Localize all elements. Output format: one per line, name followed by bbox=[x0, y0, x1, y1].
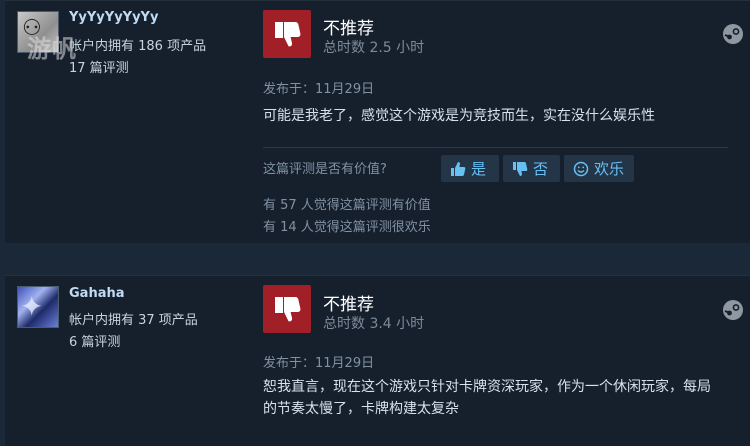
vote-no-button[interactable]: 否 bbox=[503, 155, 560, 182]
steam-icon bbox=[723, 300, 743, 320]
steam-icon bbox=[723, 24, 743, 44]
review-card: ⚇ 游帆 YyYyYyYyYy 帐户内拥有 186 项产品 17 篇评测 不推荐… bbox=[5, 0, 750, 243]
avatar[interactable]: ✦ bbox=[17, 286, 59, 328]
divider bbox=[263, 147, 728, 148]
posted-date: 发布于：11月29日 bbox=[263, 82, 375, 97]
playtime: 总时数 2.5 小时 bbox=[323, 40, 425, 56]
review-content: 可能是我老了，感觉这个游戏是为竞技而生，实在没什么娱乐性 bbox=[263, 108, 655, 124]
username[interactable]: YyYyYyYyYy bbox=[69, 10, 158, 25]
thumbs-up-icon bbox=[451, 161, 466, 176]
playtime: 总时数 3.4 小时 bbox=[323, 316, 425, 332]
smile-icon bbox=[573, 161, 589, 176]
vote-funny-button[interactable]: 欢乐 bbox=[564, 155, 634, 182]
review-verdict[interactable]: 不推荐 bbox=[323, 290, 374, 315]
vote-funny-label: 欢乐 bbox=[594, 160, 625, 178]
thumbs-down-icon bbox=[513, 161, 528, 176]
thumbs-down-badge[interactable] bbox=[263, 10, 311, 58]
vote-yes-label: 是 bbox=[471, 160, 487, 178]
products-owned[interactable]: 帐户内拥有 37 项产品 bbox=[69, 309, 198, 328]
reviews-count[interactable]: 17 篇评测 bbox=[69, 57, 129, 76]
thumbs-down-badge[interactable] bbox=[263, 285, 311, 333]
review-verdict[interactable]: 不推荐 bbox=[323, 14, 374, 39]
thumbs-down-icon bbox=[275, 297, 301, 322]
products-owned[interactable]: 帐户内拥有 186 项产品 bbox=[69, 35, 206, 54]
helpful-count: 有 57 人觉得这篇评测有价值 bbox=[263, 198, 431, 213]
thumbs-down-icon bbox=[275, 22, 301, 47]
vote-yes-button[interactable]: 是 bbox=[441, 155, 499, 182]
vote-no-label: 否 bbox=[533, 160, 549, 178]
posted-date: 发布于：11月29日 bbox=[263, 356, 375, 371]
helpful-question: 这篇评测是否有价值? bbox=[263, 162, 387, 177]
review-card: ✦ Gahaha 帐户内拥有 37 项产品 6 篇评测 不推荐 总时数 3.4 … bbox=[5, 275, 750, 446]
review-content: 恕我直言，现在这个游戏只针对卡牌资深玩家，作为一个休闲玩家，每局的节奏太慢了，卡… bbox=[263, 379, 711, 417]
funny-count: 有 14 人觉得这篇评测很欢乐 bbox=[263, 220, 431, 235]
avatar-image: ✦ bbox=[20, 290, 44, 323]
username[interactable]: Gahaha bbox=[69, 286, 125, 301]
reviews-count[interactable]: 6 篇评测 bbox=[69, 331, 120, 350]
